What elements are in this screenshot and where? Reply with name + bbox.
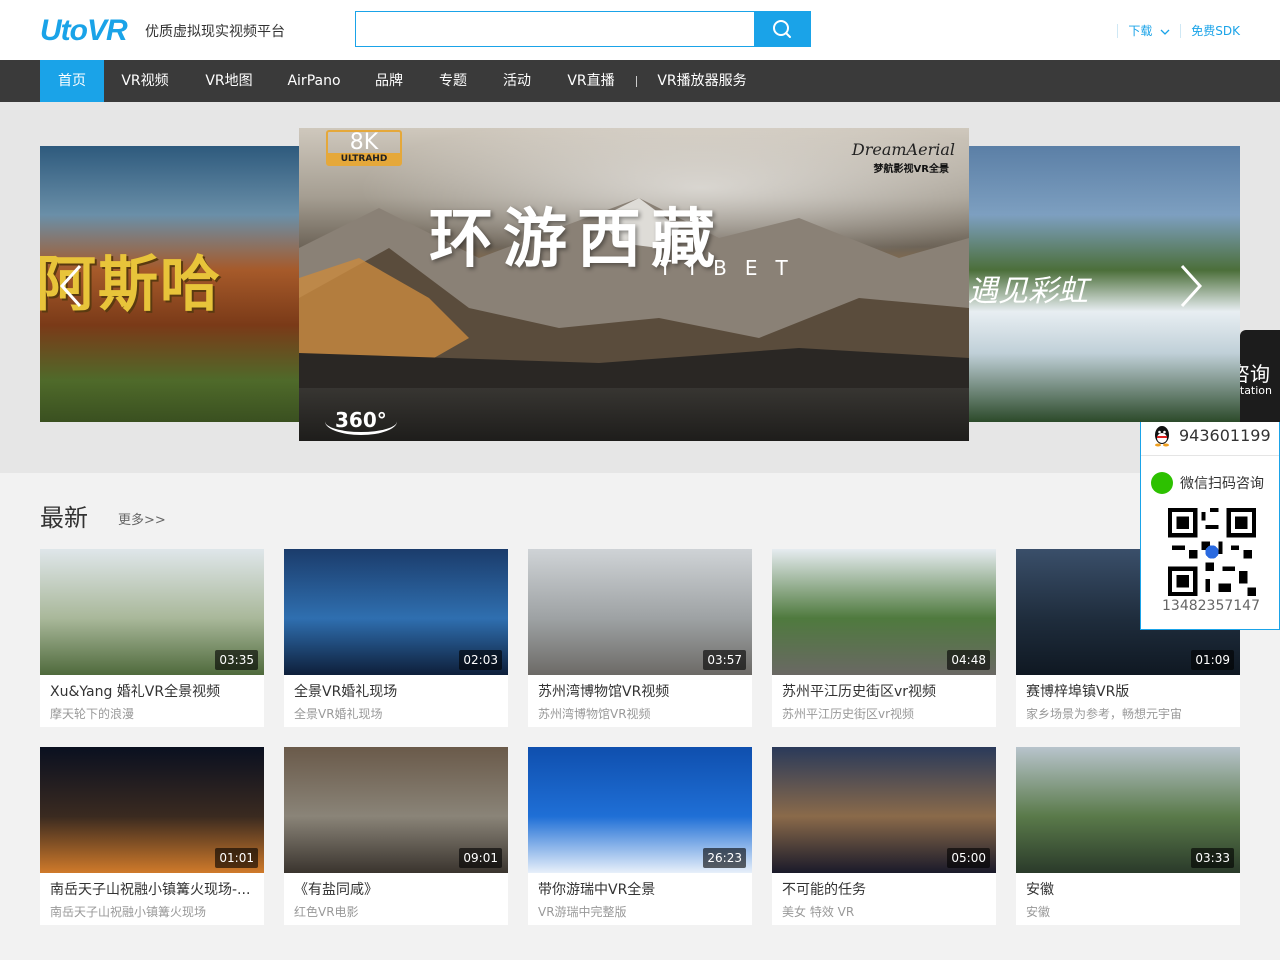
video-duration: 26:23 — [703, 848, 746, 868]
search-button[interactable] — [754, 11, 811, 47]
video-card[interactable]: 02:03 全景VR婚礼现场 全景VR婚礼现场 — [284, 549, 508, 727]
video-title[interactable]: Xu&Yang 婚礼VR全景视频 — [50, 681, 256, 701]
wechat-icon — [1151, 472, 1173, 494]
nav-item-airpano[interactable]: AirPano — [280, 60, 348, 102]
video-title[interactable]: 苏州湾博物馆VR视频 — [538, 681, 744, 701]
video-subtitle: 全景VR婚礼现场 — [294, 707, 383, 721]
video-card[interactable]: 26:23 带你游瑞中VR全景 VR游瑞中完整版 — [528, 747, 752, 925]
video-title[interactable]: 带你游瑞中VR全景 — [538, 879, 744, 899]
header: UtoVR 优质虚拟现实视频平台 下载 免费SDK — [0, 0, 1280, 60]
video-subtitle: 摩天轮下的浪漫 — [50, 707, 135, 721]
download-label: 下载 — [1128, 24, 1153, 38]
video-title[interactable]: 安徽 — [1026, 879, 1232, 899]
video-title[interactable]: 苏州平江历史街区vr视频 — [782, 681, 988, 701]
nav-item-brand[interactable]: 品牌 — [366, 60, 412, 102]
video-title[interactable]: 《有盐同咸》 — [294, 879, 500, 899]
qq-icon — [1155, 426, 1169, 447]
video-duration: 01:01 — [215, 848, 258, 868]
site-logo[interactable]: UtoVR — [40, 14, 128, 48]
video-subtitle: 南岳天子山祝融小镇篝火现场 — [50, 905, 207, 919]
site-slogan: 优质虚拟现实视频平台 — [145, 24, 285, 40]
banner-carousel: 阿斯哈 遇见彩虹 8K ULTRAHD DreamAerial 梦航影视VR全景… — [0, 102, 1280, 473]
divider — [1117, 23, 1119, 38]
divider — [1180, 23, 1182, 38]
next-arrow-icon[interactable] — [1176, 262, 1206, 310]
search-input[interactable] — [355, 11, 755, 47]
consult-phone: 13482357147 — [1162, 598, 1260, 614]
consult-widget: 咨询 tation 943601199 微信扫码咨询 — [1140, 330, 1280, 630]
video-card[interactable]: 04:48 苏州平江历史街区vr视频 苏州平江历史街区vr视频 — [772, 549, 996, 727]
video-subtitle: VR游瑞中完整版 — [538, 905, 627, 919]
nav-divider — [636, 76, 637, 87]
qq-number: 943601199 — [1179, 426, 1271, 445]
video-duration: 03:33 — [1191, 848, 1234, 868]
consult-header[interactable]: 咨询 tation — [1240, 330, 1280, 422]
more-link[interactable]: 更多>> — [118, 509, 166, 528]
video-subtitle: 红色VR电影 — [294, 905, 359, 919]
qr-code-icon — [1168, 508, 1256, 596]
video-title[interactable]: 赛博梓埠镇VR版 — [1026, 681, 1232, 701]
slide-brand-sub: 梦航影视VR全景 — [873, 164, 949, 175]
banner-slide-current[interactable]: 8K ULTRAHD DreamAerial 梦航影视VR全景 环游西藏 TIB… — [299, 128, 969, 441]
slide-brand: DreamAerial — [851, 140, 955, 159]
video-card[interactable]: 05:00 不可能的任务美女 特效 VR — [772, 747, 996, 925]
video-subtitle: 苏州湾博物馆VR视频 — [538, 707, 651, 721]
section-title: 最新 — [40, 504, 88, 532]
nav-item-activity[interactable]: 活动 — [494, 60, 540, 102]
video-subtitle: 家乡场景为参考，畅想元宇宙 — [1026, 707, 1183, 721]
video-subtitle: 苏州平江历史街区vr视频 — [782, 707, 915, 721]
nav-item-home[interactable]: 首页 — [40, 60, 104, 102]
video-subtitle: 安徽 — [1026, 905, 1051, 919]
nav-item-vr-player-service[interactable]: VR播放器服务 — [648, 60, 756, 102]
video-duration: 02:03 — [459, 650, 502, 670]
video-card[interactable]: 03:57 苏州湾博物馆VR视频 苏州湾博物馆VR视频 — [528, 549, 752, 727]
search-icon — [773, 20, 791, 38]
sdk-link[interactable]: 免费SDK — [1191, 22, 1240, 39]
wechat-label: 微信扫码咨询 — [1180, 476, 1264, 492]
nav-item-vr-video[interactable]: VR视频 — [112, 60, 178, 102]
video-duration: 05:00 — [947, 848, 990, 868]
video-card[interactable]: 09:01 《有盐同咸》红色VR电影 — [284, 747, 508, 925]
video-title[interactable]: 南岳天子山祝融小镇篝火现场-... — [50, 879, 256, 899]
nav-item-vr-map[interactable]: VR地图 — [196, 60, 262, 102]
video-duration: 03:35 — [215, 650, 258, 670]
download-link[interactable]: 下载 — [1128, 22, 1170, 39]
prev-arrow-icon[interactable] — [56, 262, 86, 310]
video-duration: 09:01 — [459, 848, 502, 868]
video-card[interactable]: 01:01 南岳天子山祝融小镇篝火现场-... 南岳天子山祝融小镇篝火现场 — [40, 747, 264, 925]
video-card[interactable]: 03:33 安徽 安徽 — [1016, 747, 1240, 925]
qq-contact[interactable]: 943601199 — [1141, 422, 1279, 456]
video-duration: 04:48 — [947, 650, 990, 670]
chevron-down-icon — [1160, 29, 1170, 35]
video-title[interactable]: 全景VR婚礼现场 — [294, 681, 500, 701]
nav-item-vr-live[interactable]: VR直播 — [558, 60, 624, 102]
video-card[interactable]: 03:35 Xu&Yang 婚礼VR全景视频摩天轮下的浪漫 — [40, 549, 264, 727]
slide-subtitle: TIBET — [659, 256, 806, 280]
badge-360: 360° — [325, 408, 397, 435]
top-links: 下载 免费SDK — [1107, 22, 1240, 39]
video-duration: 01:09 — [1191, 650, 1234, 670]
video-duration: 03:57 — [703, 650, 746, 670]
consult-title: 咨询 — [1240, 362, 1270, 386]
nav-item-topic[interactable]: 专题 — [430, 60, 476, 102]
consult-panel: 943601199 微信扫码咨询 13482357147 — [1140, 422, 1280, 630]
badge-ultrahd: ULTRAHD — [328, 153, 400, 165]
slide-right-title: 遇见彩虹 — [968, 274, 1088, 309]
main-nav: 首页 VR视频 VR地图 AirPano 品牌 专题 活动 VR直播 VR播放器… — [0, 60, 1280, 102]
video-title[interactable]: 不可能的任务 — [782, 879, 988, 899]
consult-subtitle: tation — [1240, 384, 1272, 397]
video-subtitle: 美女 特效 VR — [782, 905, 855, 919]
